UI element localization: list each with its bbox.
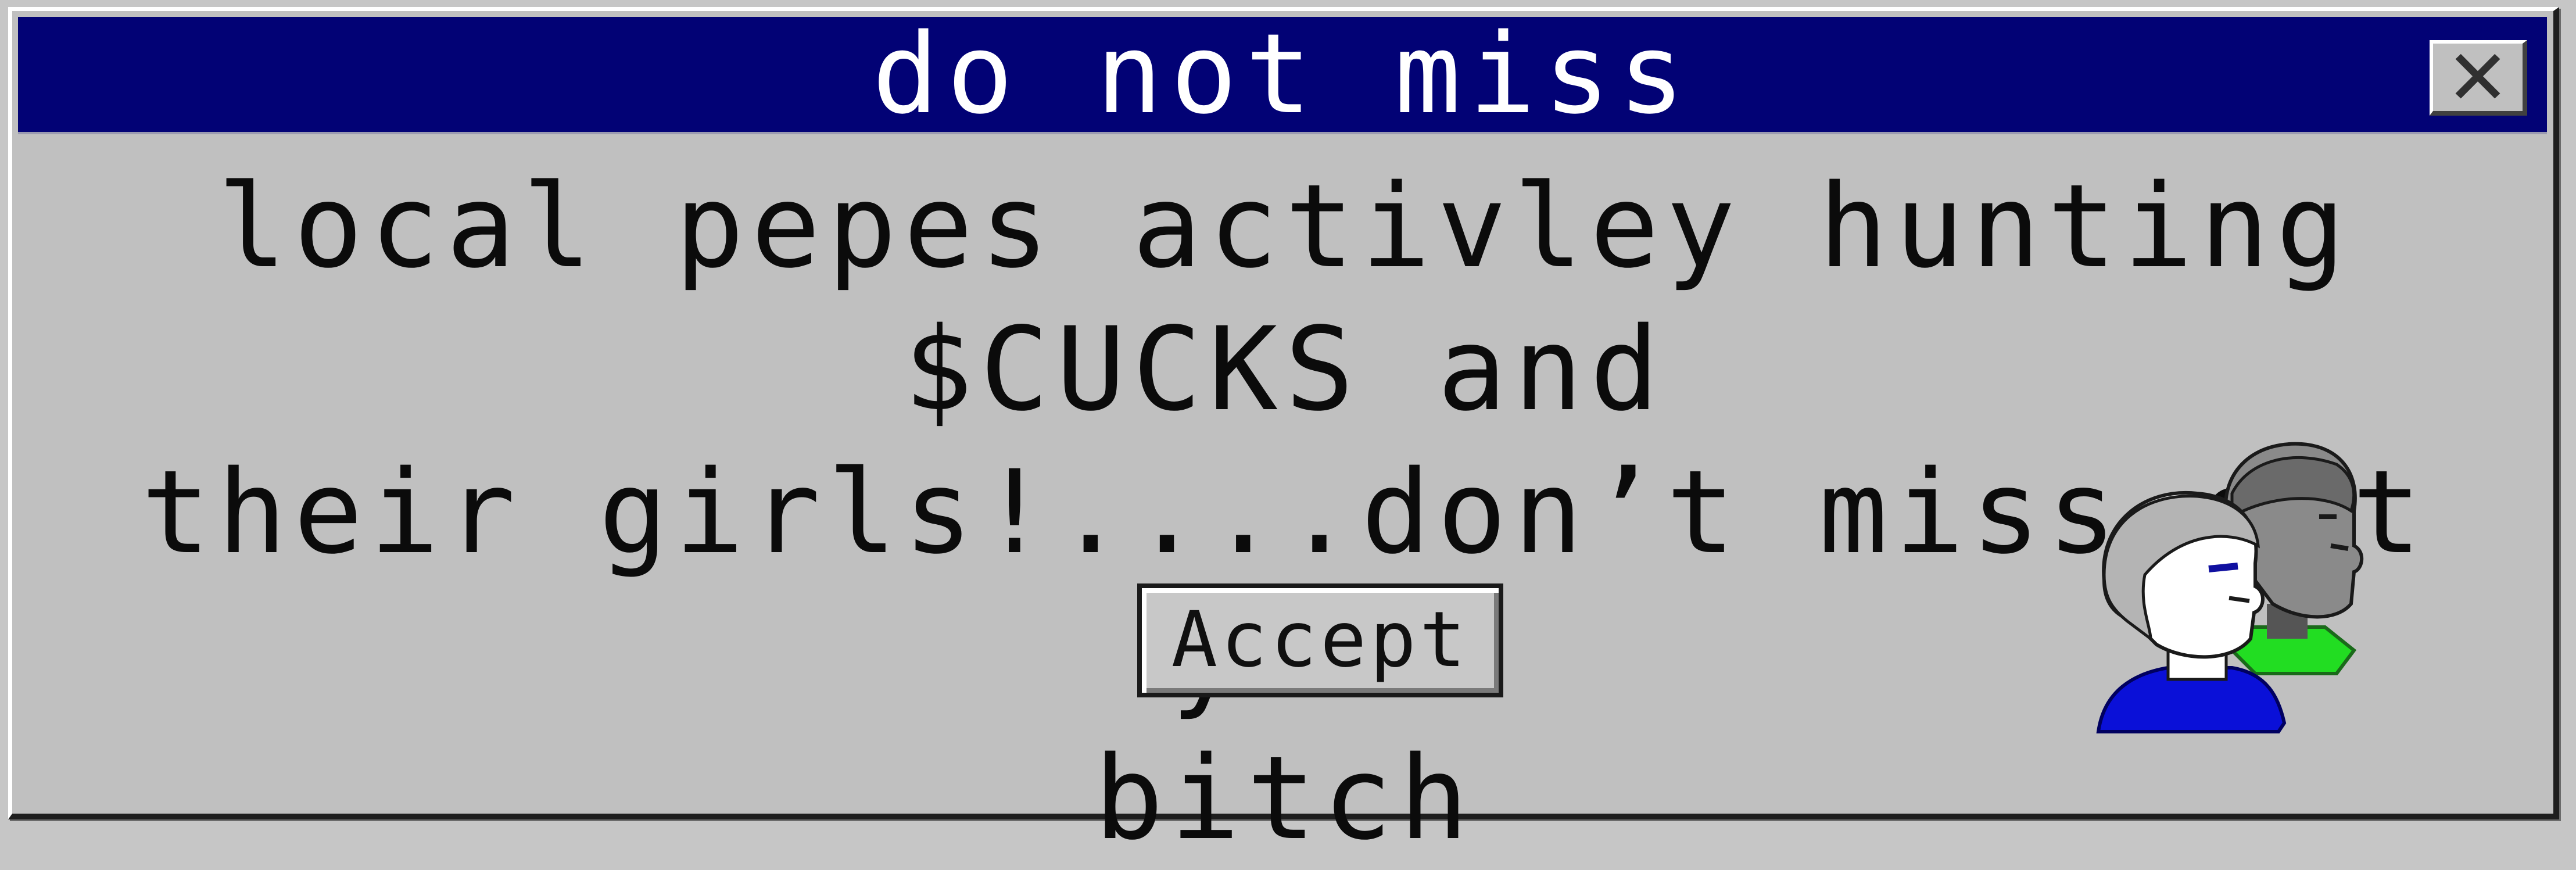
close-icon [2455, 53, 2500, 99]
accept-button[interactable]: Accept [1137, 583, 1503, 697]
users-icon [2096, 442, 2364, 733]
close-button[interactable] [2430, 40, 2527, 116]
dialog-title: do not miss [872, 10, 1693, 138]
message-line: local pepes activley hunting $CUCKS and [217, 159, 2352, 436]
message-line: bitch [1094, 731, 1476, 865]
alert-dialog: do not miss local pepes activley hunting… [8, 7, 2559, 865]
title-bar[interactable]: do not miss [18, 17, 2547, 134]
